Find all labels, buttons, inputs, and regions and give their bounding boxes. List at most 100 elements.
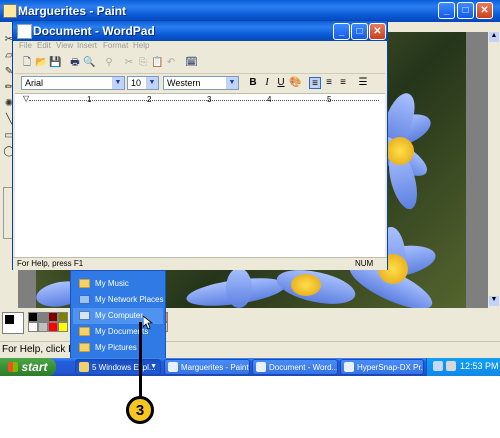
- font-size-value: 10: [131, 78, 142, 88]
- wordpad-document-area[interactable]: [15, 107, 385, 257]
- scroll-down-arrow-icon[interactable]: ▼: [489, 296, 499, 306]
- font-name-value: Arial: [25, 78, 44, 88]
- wordpad-title-bar[interactable]: Document - WordPad _ □ ✕: [13, 21, 387, 41]
- taskbar-item-label: Marguerites - Paint: [181, 363, 249, 372]
- italic-button[interactable]: I: [261, 77, 273, 89]
- menu-view[interactable]: View: [56, 41, 73, 50]
- network-tray-icon[interactable]: [433, 361, 443, 371]
- taskbar-item-label: Document - Word...: [269, 363, 338, 372]
- taskbar-item-label: 5 Windows Expl...: [92, 363, 156, 372]
- menu-help[interactable]: Help: [133, 41, 149, 50]
- wordpad-icon: [256, 362, 266, 372]
- folder-music-icon: [79, 279, 90, 288]
- new-document-icon[interactable]: 🗋: [21, 57, 33, 69]
- chevron-down-icon[interactable]: ▼: [146, 77, 158, 89]
- taskbar-item-windows-explorer[interactable]: 5 Windows Expl... ▼: [75, 359, 161, 375]
- menu-item-label: My Pictures: [95, 343, 137, 352]
- paint-vertical-scrollbar[interactable]: ▲ ▼: [488, 32, 500, 308]
- color-swatch[interactable]: [38, 322, 48, 332]
- wordpad-window: Document - WordPad _ □ ✕ File Edit View …: [12, 20, 388, 270]
- bullets-icon[interactable]: ☰: [357, 77, 369, 89]
- paint-icon: [168, 362, 178, 372]
- underline-button[interactable]: U: [275, 77, 287, 89]
- paint-app-icon: [3, 4, 17, 18]
- paint-close-button[interactable]: ✕: [476, 2, 493, 19]
- find-icon[interactable]: ⚲: [103, 57, 115, 69]
- script-value: Western: [167, 78, 201, 88]
- menu-item-label: My Network Places: [95, 295, 164, 304]
- bold-button[interactable]: B: [247, 77, 259, 89]
- script-select[interactable]: Western ▼: [163, 76, 239, 90]
- num-lock-indicator: NUM: [355, 259, 374, 268]
- taskbar: start 5 Windows Expl... ▼ Marguerites - …: [0, 358, 500, 376]
- system-tray: 12:53 PM: [426, 358, 500, 376]
- taskbar-item-paint[interactable]: Marguerites - Paint: [164, 359, 250, 375]
- folder-documents-icon: [79, 327, 90, 336]
- wordpad-status-bar: For Help, press F1 NUM: [13, 257, 387, 270]
- clock[interactable]: 12:53 PM: [460, 361, 499, 371]
- taskbar-item-hypersnap[interactable]: HyperSnap-DX Pr...: [340, 359, 424, 375]
- wordpad-status-text: For Help, press F1: [17, 259, 84, 268]
- chevron-down-icon: ▼: [150, 363, 157, 370]
- chevron-down-icon[interactable]: ▼: [226, 77, 238, 89]
- color-swatch[interactable]: [48, 312, 58, 322]
- wordpad-close-button[interactable]: ✕: [369, 23, 386, 40]
- open-folder-icon[interactable]: 📂: [35, 57, 47, 69]
- taskbar-item-wordpad[interactable]: Document - Word...: [252, 359, 338, 375]
- hypersnap-icon: [344, 362, 354, 372]
- align-right-icon[interactable]: ≡: [337, 77, 349, 89]
- cut-icon[interactable]: ✂: [123, 57, 135, 69]
- font-color-icon[interactable]: 🎨: [289, 77, 301, 89]
- windows-explorer-group-menu: My Music My Network Places My Computer M…: [70, 270, 166, 359]
- menu-item-label: My Computer: [95, 311, 144, 320]
- menu-insert[interactable]: Insert: [77, 41, 97, 50]
- color-swatch[interactable]: [58, 322, 68, 332]
- color-swatch[interactable]: [48, 322, 58, 332]
- callout-line: [139, 322, 142, 400]
- volume-tray-icon[interactable]: [446, 361, 456, 371]
- scroll-up-arrow-icon[interactable]: ▲: [489, 32, 499, 42]
- folder-icon: [79, 362, 89, 372]
- start-label: start: [21, 360, 48, 374]
- ruler-number: 5: [327, 95, 332, 104]
- indent-marker-icon[interactable]: ▽: [23, 94, 29, 103]
- align-left-icon[interactable]: ≡: [309, 77, 321, 89]
- windows-logo-icon: [8, 362, 19, 372]
- current-colors-indicator[interactable]: [2, 312, 24, 334]
- menu-item-my-music[interactable]: My Music: [73, 276, 163, 292]
- wordpad-format-bar: Arial ▼ 10 ▼ Western ▼ B I U 🎨 ≡ ≡ ≡ ☰: [15, 73, 385, 94]
- print-preview-icon[interactable]: 🔍: [83, 57, 95, 69]
- menu-item-label: My Music: [95, 279, 129, 288]
- save-icon[interactable]: 💾: [49, 57, 61, 69]
- menu-item-my-network-places[interactable]: My Network Places: [73, 292, 163, 308]
- insert-date-icon[interactable]: 🗓: [185, 57, 198, 69]
- paste-icon[interactable]: 📋: [151, 57, 163, 69]
- taskbar-item-label: HyperSnap-DX Pr...: [357, 363, 424, 372]
- font-name-select[interactable]: Arial ▼: [21, 76, 125, 90]
- undo-icon[interactable]: ↶: [165, 57, 177, 69]
- mouse-pointer-icon: [143, 316, 153, 330]
- menu-file[interactable]: File: [19, 41, 32, 50]
- font-size-select[interactable]: 10 ▼: [127, 76, 159, 90]
- paint-minimize-button[interactable]: _: [438, 2, 455, 19]
- color-swatch[interactable]: [28, 312, 38, 322]
- wordpad-minimize-button[interactable]: _: [333, 23, 350, 40]
- menu-edit[interactable]: Edit: [37, 41, 51, 50]
- callout-step-number: 3: [126, 396, 154, 424]
- color-swatch[interactable]: [58, 312, 68, 322]
- start-button[interactable]: start: [0, 358, 56, 376]
- paint-maximize-button[interactable]: □: [457, 2, 474, 19]
- wordpad-standard-toolbar: 🗋 📂 💾 🖶 🔍 ⚲ ✂ ⎘ 📋 ↶ 🗓: [15, 55, 385, 73]
- chevron-down-icon[interactable]: ▼: [112, 77, 124, 89]
- color-swatch[interactable]: [38, 312, 48, 322]
- print-icon[interactable]: 🖶: [69, 57, 81, 69]
- color-swatch[interactable]: [28, 322, 38, 332]
- menu-format[interactable]: Format: [103, 41, 128, 50]
- wordpad-maximize-button[interactable]: □: [351, 23, 368, 40]
- menu-item-my-pictures[interactable]: My Pictures: [73, 340, 163, 356]
- paint-title-bar[interactable]: Marguerites - Paint _ □ ✕: [0, 0, 500, 22]
- wordpad-title: Document - WordPad: [33, 24, 155, 38]
- align-center-icon[interactable]: ≡: [323, 77, 335, 89]
- copy-icon[interactable]: ⎘: [137, 57, 149, 69]
- ruler-number: 4: [267, 95, 272, 104]
